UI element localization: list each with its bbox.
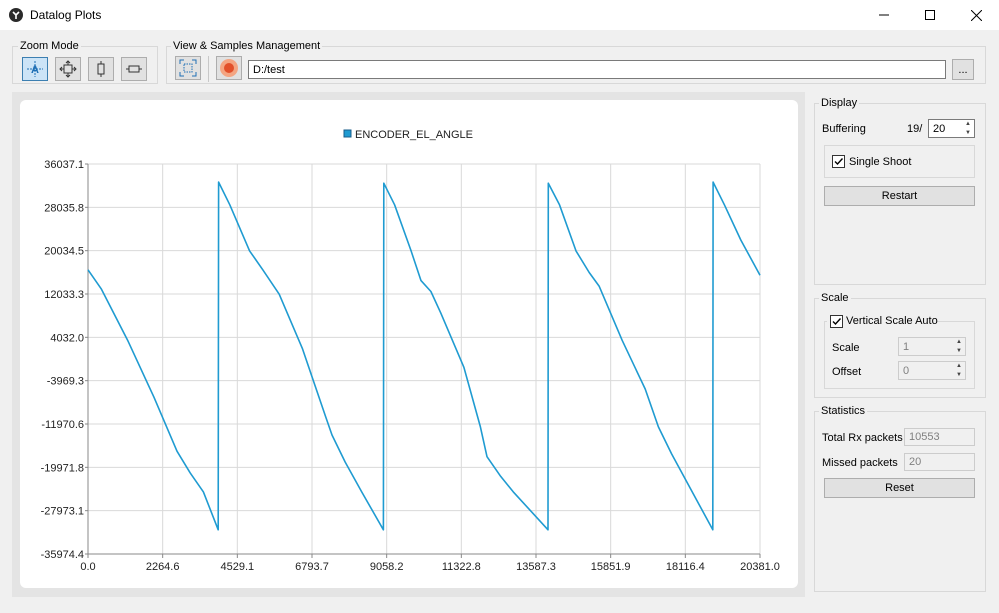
y-tick-label: 28035.8	[44, 202, 84, 214]
path-input[interactable]	[248, 60, 946, 79]
y-tick-label: 12033.3	[44, 289, 84, 301]
spin-down-icon[interactable]: ▼	[953, 371, 965, 380]
single-shoot-checkbox[interactable]	[832, 155, 845, 168]
y-tick-label: -3969.3	[47, 376, 84, 388]
zoom-mode-label: Zoom Mode	[18, 40, 81, 52]
vertical-scale-auto-checkbox[interactable]	[830, 315, 843, 328]
vertical-scale-auto-label: Vertical Scale Auto	[846, 315, 938, 327]
app-logo-icon	[9, 8, 23, 22]
buffering-spin-arrows[interactable]: ▲ ▼	[962, 120, 974, 137]
line-chart: 0.0 2264.6 4529.1 6793.7 9058.2 11322.8 13587.…	[41, 129, 780, 573]
minimize-button[interactable]	[861, 0, 907, 30]
browse-button[interactable]: ...	[952, 59, 974, 80]
buffering-label: Buffering	[822, 123, 866, 135]
title-bar: Datalog Plots	[0, 0, 999, 30]
view-samples-label: View & Samples Management	[171, 40, 323, 52]
x-tick-label: 2264.6	[146, 561, 180, 573]
missed-packets-field	[904, 453, 975, 471]
scale-spinbox[interactable]: ▲▼	[898, 337, 966, 356]
legend-label: ENCODER_EL_ANGLE	[355, 129, 473, 141]
statistics-title: Statistics	[819, 405, 868, 417]
y-tick-label: 4032.0	[50, 332, 84, 344]
x-tick-label: 18116.4	[666, 561, 705, 573]
spin-up-icon[interactable]: ▲	[953, 362, 965, 371]
buffering-spinbox[interactable]: ▲▼	[928, 119, 975, 138]
buffering-current: 19/	[907, 123, 923, 135]
zoom-both-axes-icon	[59, 60, 77, 78]
spin-down-icon[interactable]: ▼	[962, 129, 974, 138]
fit-view-icon	[179, 59, 197, 77]
x-tick-label: 15851.9	[591, 561, 631, 573]
close-icon	[970, 9, 982, 21]
x-tick-label: 11322.8	[442, 561, 481, 573]
record-icon	[220, 59, 238, 77]
zoom-both-button[interactable]	[55, 57, 81, 81]
minimize-icon	[879, 14, 889, 16]
missed-packets-label: Missed packets	[822, 457, 898, 469]
scale-label: Scale	[832, 342, 860, 354]
x-tick-label: 13587.3	[516, 561, 556, 573]
y-tick-label: -35974.4	[41, 549, 84, 561]
y-tick-label: -19971.8	[41, 462, 84, 474]
zoom-auto-button[interactable]: A	[22, 57, 48, 81]
offset-spinbox[interactable]: ▲▼	[898, 361, 966, 380]
maximize-icon	[925, 10, 935, 20]
offset-label: Offset	[832, 366, 862, 378]
scale-title: Scale	[819, 292, 851, 304]
spin-down-icon[interactable]: ▼	[953, 347, 965, 356]
svg-text:A: A	[31, 64, 39, 76]
spin-up-icon[interactable]: ▲	[962, 120, 974, 129]
legend-swatch	[343, 129, 352, 138]
zoom-horizontal-button[interactable]	[121, 57, 147, 81]
x-tick-label: 20381.0	[740, 561, 780, 573]
checkmark-icon	[832, 318, 842, 326]
zoom-horizontal-icon	[126, 65, 142, 73]
offset-spin-arrows[interactable]: ▲ ▼	[953, 362, 965, 379]
scale-spin-arrows[interactable]: ▲ ▼	[953, 338, 965, 355]
spin-up-icon[interactable]: ▲	[953, 338, 965, 347]
record-button[interactable]	[216, 56, 242, 80]
y-tick-label: 20034.5	[44, 246, 84, 258]
reset-button[interactable]: Reset	[824, 478, 975, 498]
zoom-vertical-icon	[97, 61, 105, 77]
total-rx-field	[904, 428, 975, 446]
x-tick-label: 0.0	[80, 561, 95, 573]
window-title: Datalog Plots	[30, 8, 102, 22]
zoom-auto-icon: A	[27, 61, 43, 77]
x-tick-label: 9058.2	[370, 561, 404, 573]
total-rx-label: Total Rx packets	[822, 432, 903, 444]
restart-button[interactable]: Restart	[824, 186, 975, 206]
chart-area[interactable]: 0.0 2264.6 4529.1 6793.7 9058.2 11322.8 13587.…	[20, 100, 798, 588]
display-title: Display	[819, 97, 860, 109]
x-tick-label: 4529.1	[221, 561, 255, 573]
y-tick-label: -11970.6	[41, 419, 84, 431]
zoom-vertical-button[interactable]	[88, 57, 114, 81]
single-shoot-label: Single Shoot	[849, 156, 912, 168]
checkmark-icon	[834, 158, 844, 166]
y-tick-label: 36037.1	[44, 159, 84, 171]
fit-view-button[interactable]	[175, 56, 201, 80]
close-button[interactable]	[953, 0, 999, 30]
x-tick-label: 6793.7	[295, 561, 329, 573]
toolbar-separator	[208, 56, 209, 82]
series-line-encoder-el-angle	[87, 181, 761, 531]
y-tick-label: -27973.1	[41, 506, 84, 518]
maximize-button[interactable]	[907, 0, 953, 30]
